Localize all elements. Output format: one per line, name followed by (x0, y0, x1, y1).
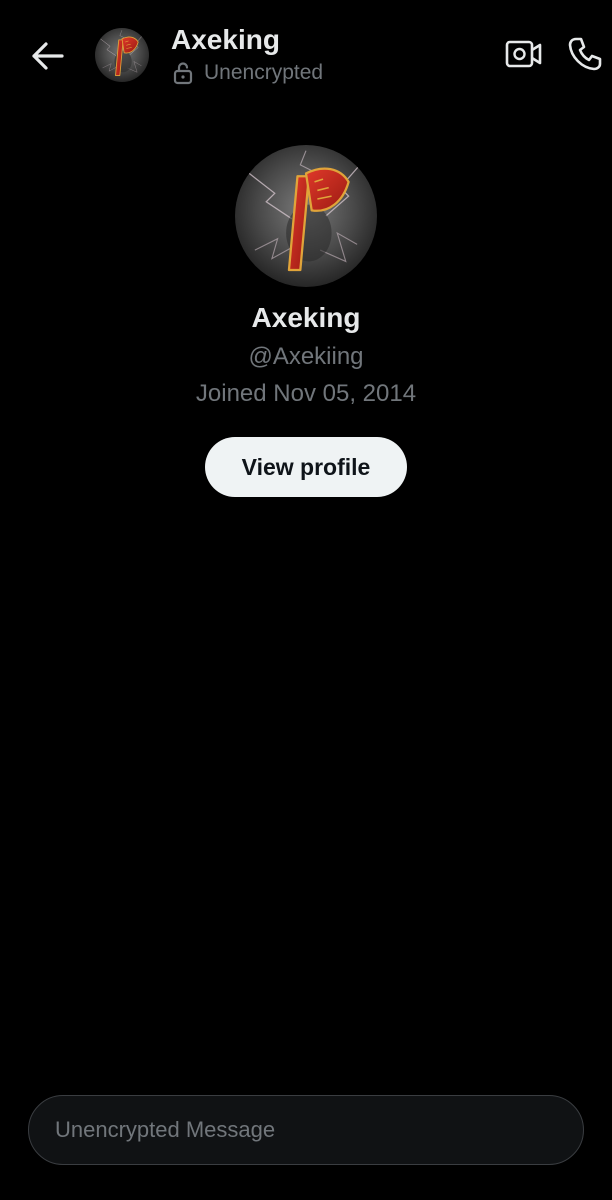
back-button[interactable] (28, 36, 68, 76)
video-call-icon (505, 40, 542, 68)
profile-handle: @Axekiing (248, 343, 364, 370)
unlock-icon (173, 61, 195, 85)
video-call-button[interactable] (504, 36, 544, 72)
conversation-name[interactable]: Axeking (171, 22, 280, 58)
arrow-left-icon (32, 42, 64, 70)
voice-call-button[interactable] (565, 34, 605, 74)
message-input[interactable] (29, 1096, 583, 1164)
encryption-status: Unencrypted (173, 58, 323, 88)
view-profile-button[interactable]: View profile (205, 437, 407, 497)
header-avatar[interactable] (95, 28, 149, 82)
message-composer (28, 1095, 584, 1165)
axe-logo-avatar (95, 28, 149, 82)
encryption-status-text: Unencrypted (204, 61, 324, 84)
profile-avatar[interactable] (235, 145, 377, 287)
chat-header: Axeking Unencrypted (0, 0, 612, 110)
phone-icon (568, 37, 602, 71)
profile-joined-date: Joined Nov 05, 2014 (195, 380, 417, 407)
profile-display-name: Axeking (251, 302, 361, 333)
axe-logo-avatar (235, 145, 377, 287)
